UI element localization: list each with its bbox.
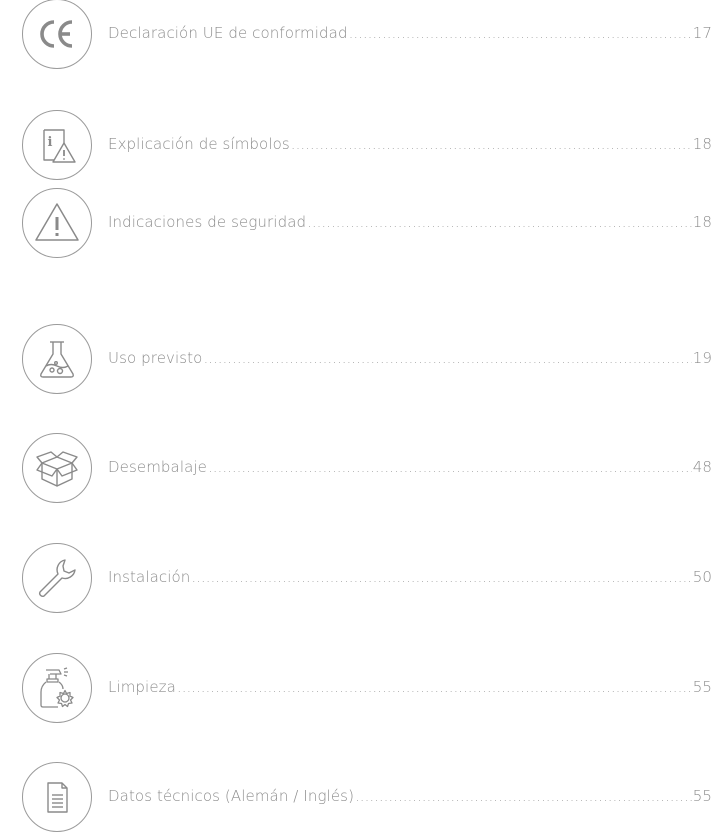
toc-dot-leader <box>291 135 692 153</box>
toc-entry-text: Indicaciones de seguridad 18 <box>108 213 712 231</box>
toc-dot-leader <box>203 349 691 367</box>
document-icon <box>22 762 92 832</box>
toc-entry-text: Desembalaje 48 <box>108 458 712 476</box>
toc-dot-leader <box>307 213 692 231</box>
toc-entry-text: Limpieza 55 <box>108 678 712 696</box>
toc-dot-leader <box>208 458 692 476</box>
warning-triangle-icon <box>22 188 92 258</box>
toc-entry-cleaning[interactable]: Limpieza 55 <box>22 653 712 723</box>
toc-entry-text: Declaración UE de conformidad 17 <box>108 24 712 42</box>
toc-entry-title: Declaración UE de conformidad <box>108 24 348 42</box>
toc-entry-text: Datos técnicos (Alemán / Inglés) 55 <box>108 787 712 805</box>
wrench-icon <box>22 543 92 613</box>
svg-text:i: i <box>48 135 53 150</box>
toc-entry-eu-declaration[interactable]: Declaración UE de conformidad 17 <box>22 0 712 69</box>
toc-page-number: 55 <box>692 678 712 696</box>
cleaning-spray-icon <box>22 653 92 723</box>
toc-page-number: 18 <box>692 135 712 153</box>
toc-entry-title: Limpieza <box>108 678 176 696</box>
toc-entry-safety[interactable]: Indicaciones de seguridad 18 <box>22 188 712 258</box>
toc-entry-symbols[interactable]: i Explicación de símbolos 18 <box>22 110 712 180</box>
toc-entry-installation[interactable]: Instalación 50 <box>22 543 712 613</box>
toc-entry-text: Instalación 50 <box>108 568 712 586</box>
open-box-icon <box>22 433 92 503</box>
ce-mark-icon <box>22 0 92 69</box>
toc-dot-leader <box>177 678 692 696</box>
info-warning-icon: i <box>22 110 92 180</box>
toc-page-number: 55 <box>692 787 712 805</box>
toc-entry-title: Uso previsto <box>108 349 203 367</box>
toc-page-number: 48 <box>692 458 712 476</box>
toc-entry-title: Datos técnicos (Alemán / Inglés) <box>108 787 355 805</box>
toc-page-number: 18 <box>692 213 712 231</box>
toc-page-number: 17 <box>692 24 712 42</box>
toc-dot-leader <box>349 24 692 42</box>
toc-entry-title: Instalación <box>108 568 191 586</box>
toc-entry-title: Desembalaje <box>108 458 208 476</box>
lab-flask-icon <box>22 324 92 394</box>
toc-entry-title: Explicación de símbolos <box>108 135 290 153</box>
toc-entry-text: Uso previsto 19 <box>108 349 712 367</box>
toc-dot-leader <box>191 568 691 586</box>
toc-entry-technical-data[interactable]: Datos técnicos (Alemán / Inglés) 55 <box>22 762 712 832</box>
toc-page-number: 50 <box>692 568 712 586</box>
toc-page-number: 19 <box>692 349 712 367</box>
toc-entry-title: Indicaciones de seguridad <box>108 213 307 231</box>
table-of-contents: Declaración UE de conformidad 17 i Expli… <box>0 0 726 837</box>
toc-entry-unpacking[interactable]: Desembalaje 48 <box>22 433 712 503</box>
toc-entry-intended-use[interactable]: Uso previsto 19 <box>22 324 712 394</box>
toc-dot-leader <box>355 787 692 805</box>
toc-entry-text: Explicación de símbolos 18 <box>108 135 712 153</box>
